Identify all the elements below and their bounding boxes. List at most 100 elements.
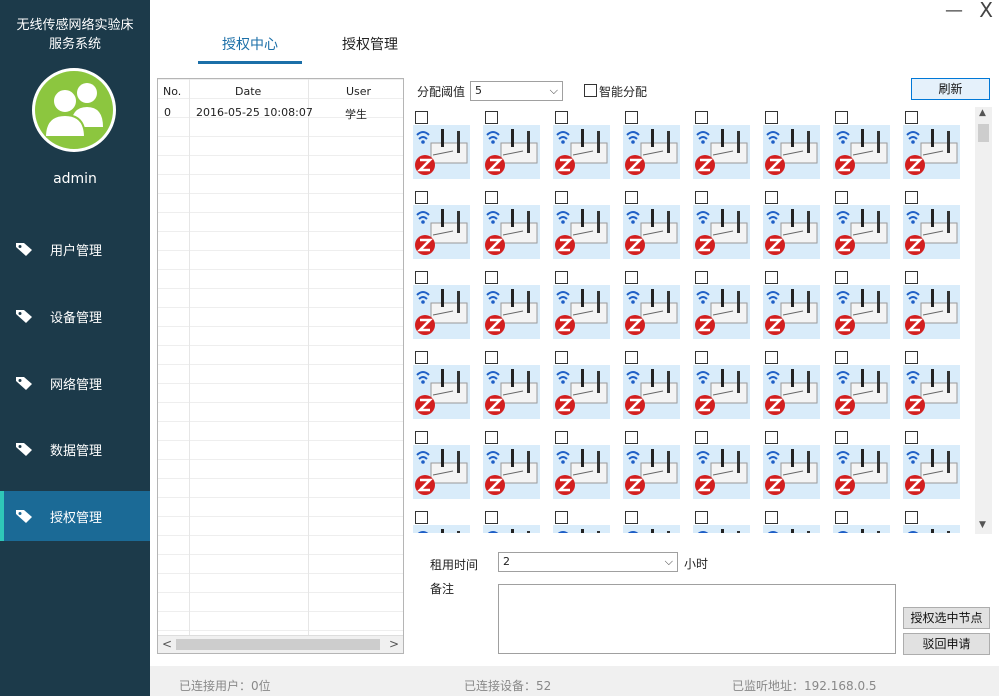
- node-checkbox[interactable]: [835, 511, 848, 524]
- node-item[interactable]: [483, 105, 553, 185]
- node-item[interactable]: [763, 505, 833, 533]
- node-item[interactable]: [623, 425, 693, 505]
- node-checkbox[interactable]: [835, 191, 848, 204]
- node-checkbox[interactable]: [625, 431, 638, 444]
- smart-allocation-checkbox[interactable]: [584, 84, 597, 97]
- node-item[interactable]: [483, 425, 553, 505]
- node-checkbox[interactable]: [695, 191, 708, 204]
- node-item[interactable]: [553, 105, 623, 185]
- node-item[interactable]: [833, 265, 903, 345]
- node-item[interactable]: [483, 185, 553, 265]
- node-item[interactable]: [763, 185, 833, 265]
- sidebar-item-network-management[interactable]: 网络管理: [0, 358, 150, 408]
- node-checkbox[interactable]: [485, 191, 498, 204]
- scroll-right-icon[interactable]: >: [389, 636, 399, 653]
- node-checkbox[interactable]: [835, 431, 848, 444]
- node-item[interactable]: [693, 425, 763, 505]
- node-checkbox[interactable]: [765, 431, 778, 444]
- node-item[interactable]: [413, 345, 483, 425]
- node-checkbox[interactable]: [415, 431, 428, 444]
- node-item[interactable]: [623, 345, 693, 425]
- node-checkbox[interactable]: [555, 271, 568, 284]
- node-item[interactable]: [903, 345, 973, 425]
- node-checkbox[interactable]: [765, 511, 778, 524]
- scroll-up-icon[interactable]: ▲: [979, 105, 986, 122]
- node-checkbox[interactable]: [625, 351, 638, 364]
- node-checkbox[interactable]: [765, 111, 778, 124]
- node-item[interactable]: [903, 265, 973, 345]
- node-item[interactable]: [553, 505, 623, 533]
- rent-time-select[interactable]: 2 ⌵: [498, 552, 678, 572]
- node-item[interactable]: [483, 505, 553, 533]
- scrollbar-thumb[interactable]: [978, 124, 989, 142]
- node-item[interactable]: [553, 345, 623, 425]
- scrollbar-thumb[interactable]: [176, 639, 380, 650]
- remark-textarea[interactable]: [498, 584, 896, 654]
- node-checkbox[interactable]: [555, 191, 568, 204]
- node-checkbox[interactable]: [555, 111, 568, 124]
- vertical-scrollbar[interactable]: ▲ ▼: [975, 107, 992, 534]
- node-item[interactable]: [763, 265, 833, 345]
- node-checkbox[interactable]: [625, 511, 638, 524]
- node-item[interactable]: [833, 105, 903, 185]
- node-checkbox[interactable]: [765, 191, 778, 204]
- node-checkbox[interactable]: [695, 111, 708, 124]
- node-checkbox[interactable]: [905, 271, 918, 284]
- tab-authorization-center[interactable]: 授权中心: [218, 34, 282, 60]
- node-item[interactable]: [623, 265, 693, 345]
- node-item[interactable]: [623, 185, 693, 265]
- node-checkbox[interactable]: [905, 111, 918, 124]
- node-item[interactable]: [763, 425, 833, 505]
- tab-authorization-management[interactable]: 授权管理: [338, 34, 402, 60]
- node-item[interactable]: [833, 425, 903, 505]
- node-checkbox[interactable]: [415, 511, 428, 524]
- node-item[interactable]: [763, 345, 833, 425]
- node-checkbox[interactable]: [835, 111, 848, 124]
- node-checkbox[interactable]: [765, 351, 778, 364]
- node-item[interactable]: [413, 185, 483, 265]
- minimize-button[interactable]: —: [945, 0, 963, 21]
- node-checkbox[interactable]: [485, 271, 498, 284]
- node-item[interactable]: [763, 105, 833, 185]
- node-checkbox[interactable]: [485, 431, 498, 444]
- node-item[interactable]: [483, 265, 553, 345]
- node-item[interactable]: [693, 185, 763, 265]
- sidebar-item-user-management[interactable]: 用户管理: [0, 224, 150, 274]
- refresh-button[interactable]: 刷新: [911, 78, 990, 100]
- node-item[interactable]: [623, 505, 693, 533]
- node-checkbox[interactable]: [695, 431, 708, 444]
- node-checkbox[interactable]: [905, 511, 918, 524]
- node-item[interactable]: [553, 185, 623, 265]
- node-checkbox[interactable]: [765, 271, 778, 284]
- node-checkbox[interactable]: [485, 351, 498, 364]
- node-checkbox[interactable]: [905, 431, 918, 444]
- node-item[interactable]: [693, 105, 763, 185]
- node-checkbox[interactable]: [625, 191, 638, 204]
- sidebar-item-device-management[interactable]: 设备管理: [0, 291, 150, 341]
- node-item[interactable]: [833, 505, 903, 533]
- node-checkbox[interactable]: [415, 191, 428, 204]
- node-checkbox[interactable]: [695, 271, 708, 284]
- node-item[interactable]: [833, 345, 903, 425]
- node-item[interactable]: [553, 265, 623, 345]
- node-checkbox[interactable]: [905, 191, 918, 204]
- sidebar-item-authorization-management[interactable]: 授权管理: [0, 491, 150, 541]
- node-item[interactable]: [693, 505, 763, 533]
- sidebar-item-data-management[interactable]: 数据管理: [0, 424, 150, 474]
- node-item[interactable]: [903, 105, 973, 185]
- node-item[interactable]: [693, 265, 763, 345]
- threshold-select[interactable]: 5 ⌵: [470, 81, 563, 101]
- node-checkbox[interactable]: [555, 511, 568, 524]
- node-checkbox[interactable]: [695, 351, 708, 364]
- node-item[interactable]: [413, 505, 483, 533]
- node-item[interactable]: [693, 345, 763, 425]
- reject-request-button[interactable]: 驳回申请: [903, 633, 990, 655]
- node-checkbox[interactable]: [555, 431, 568, 444]
- node-checkbox[interactable]: [835, 271, 848, 284]
- node-checkbox[interactable]: [485, 111, 498, 124]
- authorize-selected-nodes-button[interactable]: 授权选中节点: [903, 607, 990, 629]
- node-item[interactable]: [903, 505, 973, 533]
- node-item[interactable]: [903, 425, 973, 505]
- node-checkbox[interactable]: [625, 111, 638, 124]
- close-button[interactable]: X: [979, 0, 993, 22]
